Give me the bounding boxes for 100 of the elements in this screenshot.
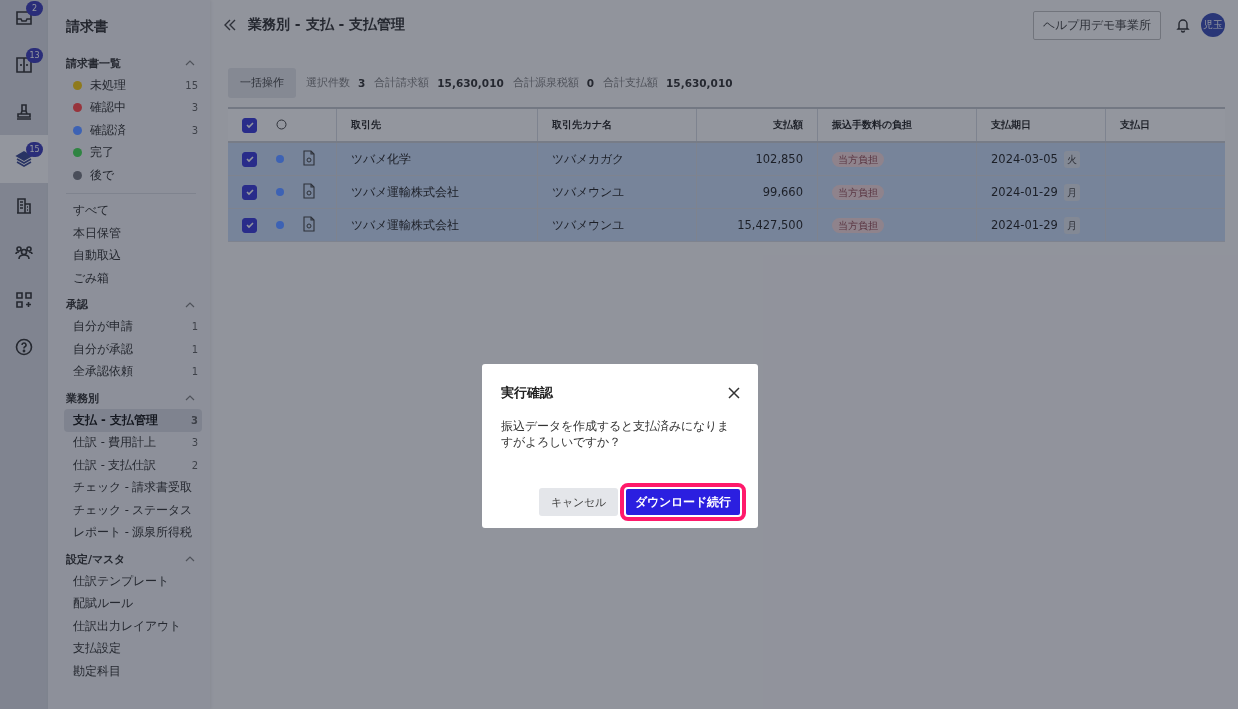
- item-label: 仕訳テンプレート: [73, 573, 170, 589]
- table-cell: 102,850: [696, 142, 818, 176]
- document-icon[interactable]: [302, 215, 316, 232]
- column-header[interactable]: 取引先カナ名: [537, 108, 697, 142]
- page-title: 業務別 - 支払 - 支払管理: [248, 16, 406, 34]
- status-circle-icon[interactable]: [276, 118, 287, 130]
- sidebar-item[interactable]: 仕訳テンプレート: [64, 570, 202, 593]
- row-checkbox[interactable]: [242, 217, 257, 233]
- summary-value: 15,630,010: [666, 77, 733, 89]
- sidebar-item[interactable]: 確認中 3: [64, 96, 202, 119]
- table-cell: 15,427,500: [696, 208, 818, 242]
- table-row[interactable]: ツバメ運輸株式会社 ツバメウンユ 99,660 当方負担 2024-01-29 月: [228, 175, 1225, 209]
- item-label: 自分が申請: [73, 319, 134, 335]
- item-count: 3: [191, 414, 198, 426]
- table-row[interactable]: ツバメ運輸株式会社 ツバメウンユ 15,427,500 当方負担 2024-01-29 月: [228, 208, 1225, 242]
- sidebar-item[interactable]: 勘定科目: [64, 660, 202, 683]
- summary-value: 3: [358, 77, 366, 89]
- column-header[interactable]: 支払額: [696, 108, 818, 142]
- sidebar-item[interactable]: 全承認依頼 1: [64, 360, 202, 383]
- item-label: 仕訳 - 支払仕訳: [73, 457, 158, 473]
- sidebar-item[interactable]: 自動取込: [64, 244, 202, 267]
- user-avatar[interactable]: 児玉: [1201, 13, 1225, 37]
- sidebar-item[interactable]: 確認済 3: [64, 119, 202, 142]
- fee-tag: 当方負担: [832, 184, 884, 200]
- collapse-icon[interactable]: [222, 17, 238, 33]
- fee-tag: 当方負担: [832, 217, 884, 233]
- sidebar-item[interactable]: 仕訳 - 支払仕訳 2: [64, 454, 202, 477]
- sidebar-item[interactable]: 自分が承認 1: [64, 338, 202, 361]
- document-icon[interactable]: [302, 182, 316, 199]
- table-cell: ツバメ化学: [336, 142, 538, 176]
- count-badge: 15: [26, 142, 43, 157]
- item-label: 仕訳 - 費用計上: [73, 435, 158, 451]
- check-icon: [244, 154, 255, 164]
- due-date: 2024-01-29: [991, 217, 1058, 232]
- sidebar-item[interactable]: 支払設定: [64, 637, 202, 660]
- summary-value: 0: [586, 77, 595, 89]
- check-icon: [244, 220, 255, 230]
- rail-nav-item[interactable]: 13: [0, 41, 48, 89]
- sidebar-item[interactable]: 未処理 15: [64, 74, 202, 97]
- column-header[interactable]: 振込手数料の負担: [817, 108, 977, 142]
- help-icon: [14, 337, 34, 357]
- sidebar-item[interactable]: チェック - 請求書受取: [64, 476, 202, 499]
- table-row[interactable]: ツバメ化学 ツバメカガク 102,850 当方負担 2024-03-05 火: [228, 142, 1225, 176]
- sidebar-item[interactable]: 配賦ルール: [64, 592, 202, 615]
- due-date: 2024-03-05: [991, 151, 1058, 166]
- count-badge: 2: [26, 1, 43, 16]
- sidebar-item[interactable]: 支払 - 支払管理 3: [64, 409, 202, 432]
- item-label: すべて: [73, 203, 110, 219]
- select-all-checkbox[interactable]: [242, 117, 257, 133]
- notification-icon[interactable]: [1175, 17, 1191, 33]
- stamp-icon: [14, 102, 34, 122]
- sidebar-item[interactable]: 後で: [64, 164, 202, 187]
- section-heading: 業務別: [66, 390, 99, 406]
- count-badge: 13: [26, 48, 43, 63]
- item-count: 1: [191, 321, 198, 333]
- row-checkbox[interactable]: [242, 151, 257, 167]
- table-cell: ツバメ運輸株式会社: [336, 208, 538, 242]
- table-cell: 99,660: [696, 175, 818, 209]
- close-icon[interactable]: [728, 387, 740, 399]
- section-heading: 請求書一覧: [66, 55, 121, 71]
- item-label: チェック - 請求書受取: [73, 480, 194, 496]
- column-header[interactable]: 支払期日: [976, 108, 1106, 142]
- item-label: チェック - ステータス: [73, 502, 194, 518]
- add-apps-icon: [14, 290, 34, 310]
- due-date: 2024-01-29: [991, 184, 1058, 199]
- item-count: 1: [191, 366, 198, 378]
- sidebar-item[interactable]: 自分が申請 1: [64, 315, 202, 338]
- sidebar-item[interactable]: レポート - 源泉所得税: [64, 521, 202, 544]
- sidebar-title: 請求書: [66, 18, 109, 36]
- item-label: 自動取込: [73, 248, 122, 264]
- document-icon[interactable]: [302, 149, 316, 166]
- summary-label: 合計請求額: [374, 76, 430, 90]
- sidebar-item[interactable]: ごみ箱: [64, 267, 202, 290]
- item-label: ごみ箱: [73, 270, 110, 286]
- item-label: 仕訳出力レイアウト: [73, 618, 182, 634]
- item-count: 3: [191, 124, 198, 136]
- rail-nav-item[interactable]: 2: [0, 0, 48, 42]
- bulk-action-button[interactable]: 一括操作: [228, 68, 296, 98]
- cancel-button[interactable]: キャンセル: [539, 488, 618, 516]
- sidebar-item[interactable]: チェック - ステータス: [64, 499, 202, 522]
- sidebar-item[interactable]: 完了: [64, 141, 202, 164]
- column-header[interactable]: 支払日: [1105, 108, 1225, 142]
- office-button[interactable]: ヘルプ用デモ事業所: [1033, 10, 1161, 40]
- building-icon: [14, 196, 34, 216]
- sidebar-item[interactable]: すべて: [64, 199, 202, 222]
- sidebar-item[interactable]: 本日保管: [64, 222, 202, 245]
- sidebar-item[interactable]: 仕訳 - 費用計上 3: [64, 431, 202, 454]
- sidebar-item[interactable]: 仕訳出力レイアウト: [64, 615, 202, 638]
- item-label: 自分が承認: [73, 341, 134, 357]
- table-cell: ツバメカガク: [537, 142, 697, 176]
- row-checkbox[interactable]: [242, 184, 257, 200]
- table-cell: ツバメ運輸株式会社: [336, 175, 538, 209]
- item-label: レポート - 源泉所得税: [73, 525, 194, 541]
- table-cell: ツバメウンユ: [537, 175, 697, 209]
- column-header[interactable]: 取引先: [336, 108, 538, 142]
- rail-nav-item[interactable]: 15: [0, 135, 48, 183]
- section-heading: 承認: [66, 297, 88, 312]
- item-label: 完了: [90, 145, 115, 161]
- item-label: 全承認依頼: [73, 364, 134, 380]
- item-count: 15: [185, 79, 198, 91]
